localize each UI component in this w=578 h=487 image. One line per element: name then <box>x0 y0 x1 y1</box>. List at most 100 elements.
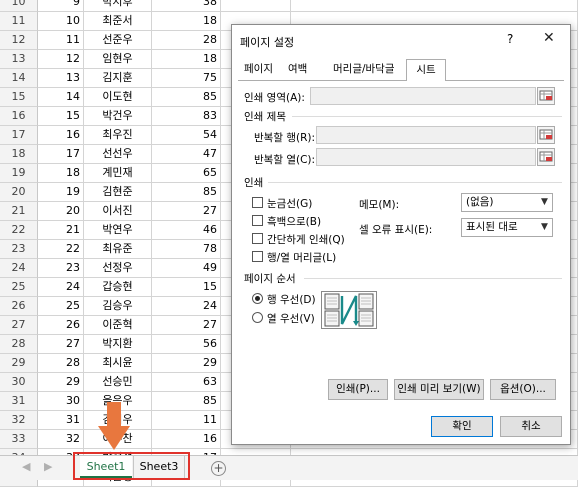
number-cell[interactable]: 28 <box>38 354 84 373</box>
number-cell[interactable]: 18 <box>38 164 84 183</box>
row-header[interactable]: 10 <box>0 0 38 12</box>
score-cell[interactable]: 65 <box>152 164 221 183</box>
name-cell[interactable]: 박지후 <box>84 0 152 12</box>
row-header[interactable]: 24 <box>0 259 38 278</box>
comments-select[interactable]: (없음) ▼ <box>461 193 553 212</box>
gridlines-checkbox[interactable] <box>252 197 263 208</box>
score-cell[interactable]: 85 <box>152 183 221 202</box>
score-cell[interactable]: 18 <box>152 50 221 69</box>
number-cell[interactable]: 10 <box>38 12 84 31</box>
ok-button[interactable]: 확인 <box>431 416 493 437</box>
name-cell[interactable]: 박건우 <box>84 107 152 126</box>
add-sheet-icon[interactable]: + <box>211 461 226 476</box>
row-header[interactable]: 12 <box>0 31 38 50</box>
number-cell[interactable]: 21 <box>38 221 84 240</box>
help-icon[interactable]: ? <box>507 32 513 46</box>
name-cell[interactable]: 최준서 <box>84 12 152 31</box>
number-cell[interactable]: 22 <box>38 240 84 259</box>
row-header[interactable]: 32 <box>0 411 38 430</box>
next-sheet-icon[interactable]: ▶ <box>44 460 52 473</box>
row-header[interactable]: 22 <box>0 221 38 240</box>
row-col-headings-checkbox[interactable] <box>252 251 263 262</box>
number-cell[interactable]: 15 <box>38 107 84 126</box>
number-cell[interactable]: 32 <box>38 430 84 449</box>
row-header[interactable]: 27 <box>0 316 38 335</box>
number-cell[interactable]: 31 <box>38 411 84 430</box>
repeat-cols-input[interactable] <box>316 148 536 166</box>
name-cell[interactable]: 박연우 <box>84 221 152 240</box>
score-cell[interactable]: 85 <box>152 88 221 107</box>
score-cell[interactable]: 54 <box>152 126 221 145</box>
number-cell[interactable]: 20 <box>38 202 84 221</box>
number-cell[interactable]: 29 <box>38 373 84 392</box>
number-cell[interactable]: 13 <box>38 69 84 88</box>
down-then-over-radio[interactable] <box>252 293 263 304</box>
number-cell[interactable]: 14 <box>38 88 84 107</box>
number-cell[interactable]: 9 <box>38 0 84 12</box>
empty-cell[interactable] <box>291 0 578 12</box>
number-cell[interactable]: 17 <box>38 145 84 164</box>
score-cell[interactable]: 29 <box>152 354 221 373</box>
row-header[interactable]: 29 <box>0 354 38 373</box>
score-cell[interactable]: 63 <box>152 373 221 392</box>
black-white-checkbox[interactable] <box>252 215 263 226</box>
print-area-collapse-button[interactable] <box>537 87 555 105</box>
name-cell[interactable]: 김지훈 <box>84 69 152 88</box>
row-header[interactable]: 23 <box>0 240 38 259</box>
score-cell[interactable]: 85 <box>152 392 221 411</box>
tab-sheet[interactable]: 시트 <box>406 59 446 81</box>
number-cell[interactable]: 26 <box>38 316 84 335</box>
print-preview-button[interactable]: 인쇄 미리 보기(W) <box>394 379 484 400</box>
row-header[interactable]: 19 <box>0 164 38 183</box>
print-area-input[interactable] <box>310 87 536 105</box>
score-cell[interactable]: 24 <box>152 297 221 316</box>
name-cell[interactable]: 이준혁 <box>84 316 152 335</box>
row-header[interactable]: 21 <box>0 202 38 221</box>
sheet-tab-sheet3[interactable]: Sheet3 <box>133 456 185 478</box>
number-cell[interactable]: 12 <box>38 50 84 69</box>
score-cell[interactable]: 15 <box>152 278 221 297</box>
name-cell[interactable]: 이우찬 <box>84 430 152 449</box>
row-header[interactable]: 15 <box>0 88 38 107</box>
repeat-rows-collapse-button[interactable] <box>537 126 555 144</box>
row-header[interactable]: 14 <box>0 69 38 88</box>
repeat-cols-collapse-button[interactable] <box>537 148 555 166</box>
score-cell[interactable]: 78 <box>152 240 221 259</box>
name-cell[interactable]: 김현준 <box>84 183 152 202</box>
name-cell[interactable]: 이도현 <box>84 88 152 107</box>
score-cell[interactable]: 83 <box>152 107 221 126</box>
name-cell[interactable]: 갑승현 <box>84 278 152 297</box>
cancel-button[interactable]: 취소 <box>500 416 562 437</box>
score-cell[interactable]: 27 <box>152 316 221 335</box>
name-cell[interactable]: 을은우 <box>84 392 152 411</box>
number-cell[interactable]: 27 <box>38 335 84 354</box>
sheet-tab-sheet1[interactable]: Sheet1 <box>80 456 132 478</box>
name-cell[interactable]: 이서진 <box>84 202 152 221</box>
score-cell[interactable]: 49 <box>152 259 221 278</box>
row-header[interactable]: 17 <box>0 126 38 145</box>
over-then-down-radio[interactable] <box>252 312 263 323</box>
empty-cell[interactable] <box>221 0 291 12</box>
row-header[interactable]: 28 <box>0 335 38 354</box>
score-cell[interactable]: 27 <box>152 202 221 221</box>
close-icon[interactable]: ✕ <box>543 30 555 46</box>
score-cell[interactable]: 28 <box>152 31 221 50</box>
prev-sheet-icon[interactable]: ◀ <box>22 460 30 473</box>
score-cell[interactable]: 47 <box>152 145 221 164</box>
row-header[interactable]: 16 <box>0 107 38 126</box>
draft-quality-checkbox[interactable] <box>252 233 263 244</box>
tab-page[interactable]: 페이지 <box>244 61 284 79</box>
number-cell[interactable]: 25 <box>38 297 84 316</box>
row-header[interactable]: 25 <box>0 278 38 297</box>
row-header[interactable]: 11 <box>0 12 38 31</box>
name-cell[interactable]: 선준우 <box>84 31 152 50</box>
number-cell[interactable]: 30 <box>38 392 84 411</box>
number-cell[interactable]: 11 <box>38 31 84 50</box>
name-cell[interactable]: 임현우 <box>84 50 152 69</box>
row-header[interactable]: 33 <box>0 430 38 449</box>
row-header[interactable]: 20 <box>0 183 38 202</box>
row-header[interactable]: 18 <box>0 145 38 164</box>
score-cell[interactable]: 18 <box>152 12 221 31</box>
tab-header-footer[interactable]: 머리글/바닥글 <box>333 61 403 79</box>
name-cell[interactable]: 최유준 <box>84 240 152 259</box>
